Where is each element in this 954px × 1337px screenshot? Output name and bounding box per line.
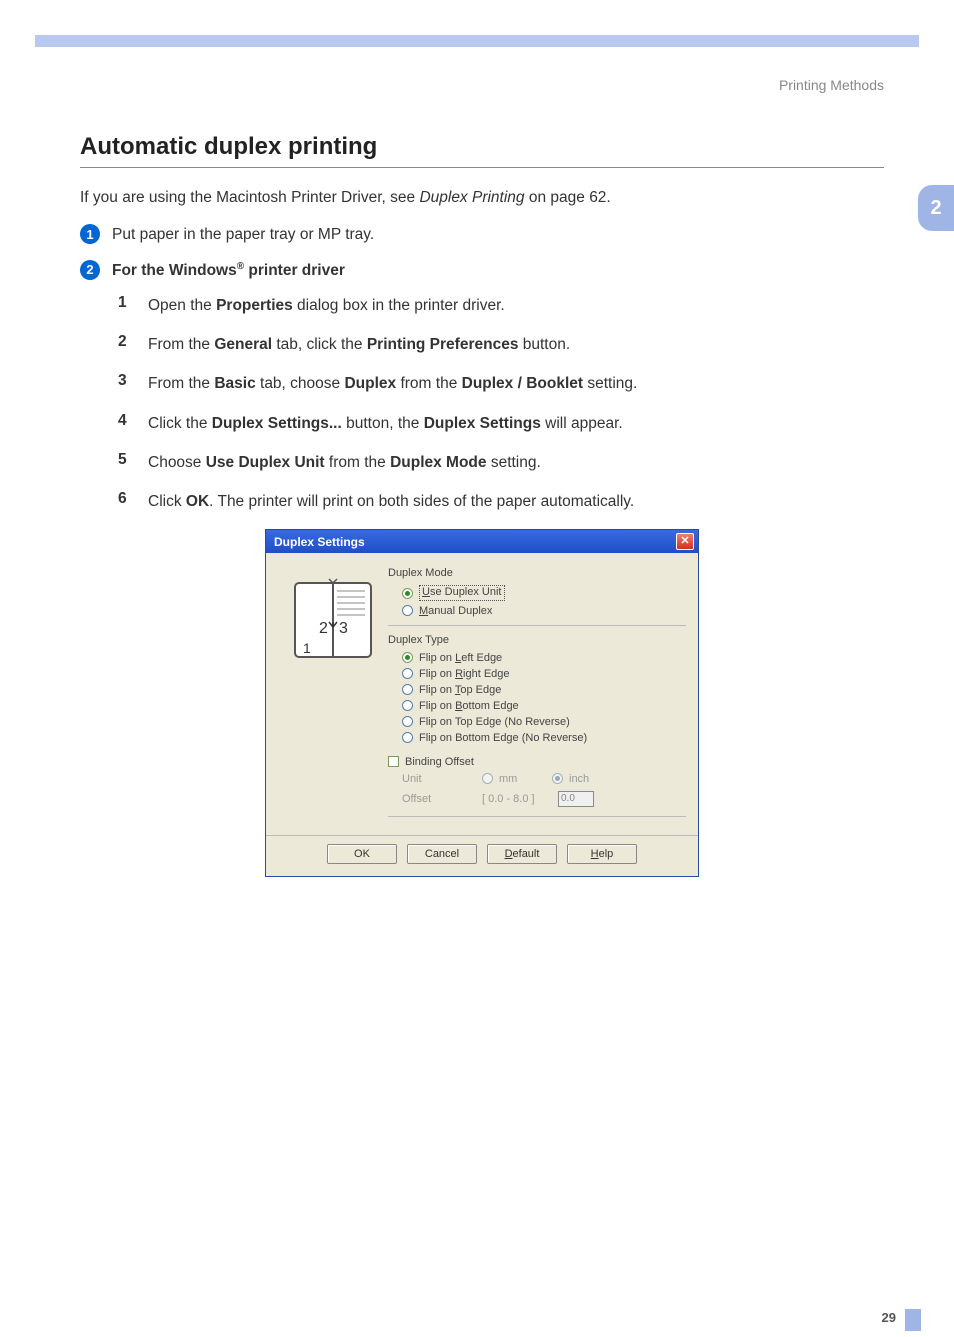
ok-button[interactable]: OK (327, 844, 397, 864)
radio-flip-bottom-noreverse[interactable]: Flip on Bottom Edge (No Reverse) (388, 730, 686, 746)
step-2-suffix: printer driver (244, 262, 345, 279)
substep-list: 1 Open the Properties dialog box in the … (118, 294, 884, 514)
substep-3: 3 From the Basic tab, choose Duplex from… (118, 372, 884, 395)
substep-number: 6 (118, 490, 148, 508)
radio-use-duplex-unit[interactable]: Use Duplex Unit (388, 583, 686, 602)
radio-flip-right[interactable]: Flip on Right Edge (388, 666, 686, 682)
binding-offset-checkbox[interactable]: Binding Offset (388, 754, 686, 770)
intro-paragraph: If you are using the Macintosh Printer D… (80, 186, 884, 209)
top-accent-bar (35, 35, 919, 47)
substep-number: 3 (118, 372, 148, 390)
step-bullet-icon: 1 (80, 224, 100, 244)
dialog-button-row: OK Cancel Default Help (266, 835, 698, 876)
radio-manual-duplex[interactable]: Manual Duplex (388, 603, 686, 619)
radio-flip-top-noreverse[interactable]: Flip on Top Edge (No Reverse) (388, 714, 686, 730)
radio-flip-bottom[interactable]: Flip on Bottom Edge (388, 698, 686, 714)
substep-number: 5 (118, 451, 148, 469)
close-icon[interactable]: ✕ (676, 533, 694, 550)
main-step-1: 1 Put paper in the paper tray or MP tray… (80, 223, 884, 246)
step-bullet-icon: 2 (80, 260, 100, 280)
step-2-prefix: For the Windows (112, 262, 237, 279)
substep-number: 2 (118, 333, 148, 351)
registered-mark-icon: ® (237, 261, 244, 272)
duplex-type-label: Duplex Type (388, 634, 686, 646)
dialog-titlebar: Duplex Settings ✕ (266, 530, 698, 553)
duplex-mode-label: Duplex Mode (388, 567, 686, 579)
cancel-button[interactable]: Cancel (407, 844, 477, 864)
substep-text: Click the Duplex Settings... button, the… (148, 412, 623, 435)
unit-row: Unit mm inch (388, 770, 686, 788)
substep-5: 5 Choose Use Duplex Unit from the Duplex… (118, 451, 884, 474)
divider (388, 816, 686, 817)
title-rule (80, 167, 884, 168)
substep-6: 6 Click OK. The printer will print on bo… (118, 490, 884, 513)
step-2-text: For the Windows® printer driver (112, 259, 345, 282)
intro-link: Duplex Printing (419, 189, 524, 206)
section-header: Printing Methods (80, 77, 884, 93)
offset-input[interactable]: 0.0 (558, 791, 594, 807)
main-step-2: 2 For the Windows® printer driver (80, 259, 884, 282)
svg-text:2: 2 (319, 620, 328, 637)
substep-1: 1 Open the Properties dialog box in the … (118, 294, 884, 317)
substep-text: Choose Use Duplex Unit from the Duplex M… (148, 451, 541, 474)
substep-text: From the Basic tab, choose Duplex from t… (148, 372, 637, 395)
substep-4: 4 Click the Duplex Settings... button, t… (118, 412, 884, 435)
page-number: 29 (882, 1310, 896, 1325)
page-title: Automatic duplex printing (80, 133, 884, 161)
dialog-title: Duplex Settings (274, 535, 365, 549)
radio-flip-left[interactable]: Flip on Left Edge (388, 650, 686, 666)
offset-row: Offset [ 0.0 - 8.0 ] 0.0 (388, 788, 686, 810)
page-number-accent (905, 1309, 921, 1331)
booklet-icon: 2 3 1 (291, 577, 375, 667)
step-1-text: Put paper in the paper tray or MP tray. (112, 223, 374, 246)
help-button[interactable]: Help (567, 844, 637, 864)
radio-flip-top[interactable]: Flip on Top Edge (388, 682, 686, 698)
substep-2: 2 From the General tab, click the Printi… (118, 333, 884, 356)
svg-text:3: 3 (339, 620, 348, 637)
divider (388, 625, 686, 626)
intro-pre: If you are using the Macintosh Printer D… (80, 189, 419, 206)
svg-text:1: 1 (303, 640, 311, 656)
substep-number: 4 (118, 412, 148, 430)
intro-post: on page 62. (525, 189, 611, 206)
duplex-settings-dialog: Duplex Settings ✕ (265, 529, 699, 876)
substep-text: Click OK. The printer will print on both… (148, 490, 634, 513)
default-button[interactable]: Default (487, 844, 557, 864)
substep-number: 1 (118, 294, 148, 312)
substep-text: Open the Properties dialog box in the pr… (148, 294, 505, 317)
dialog-preview: 2 3 1 (278, 567, 388, 824)
substep-text: From the General tab, click the Printing… (148, 333, 570, 356)
